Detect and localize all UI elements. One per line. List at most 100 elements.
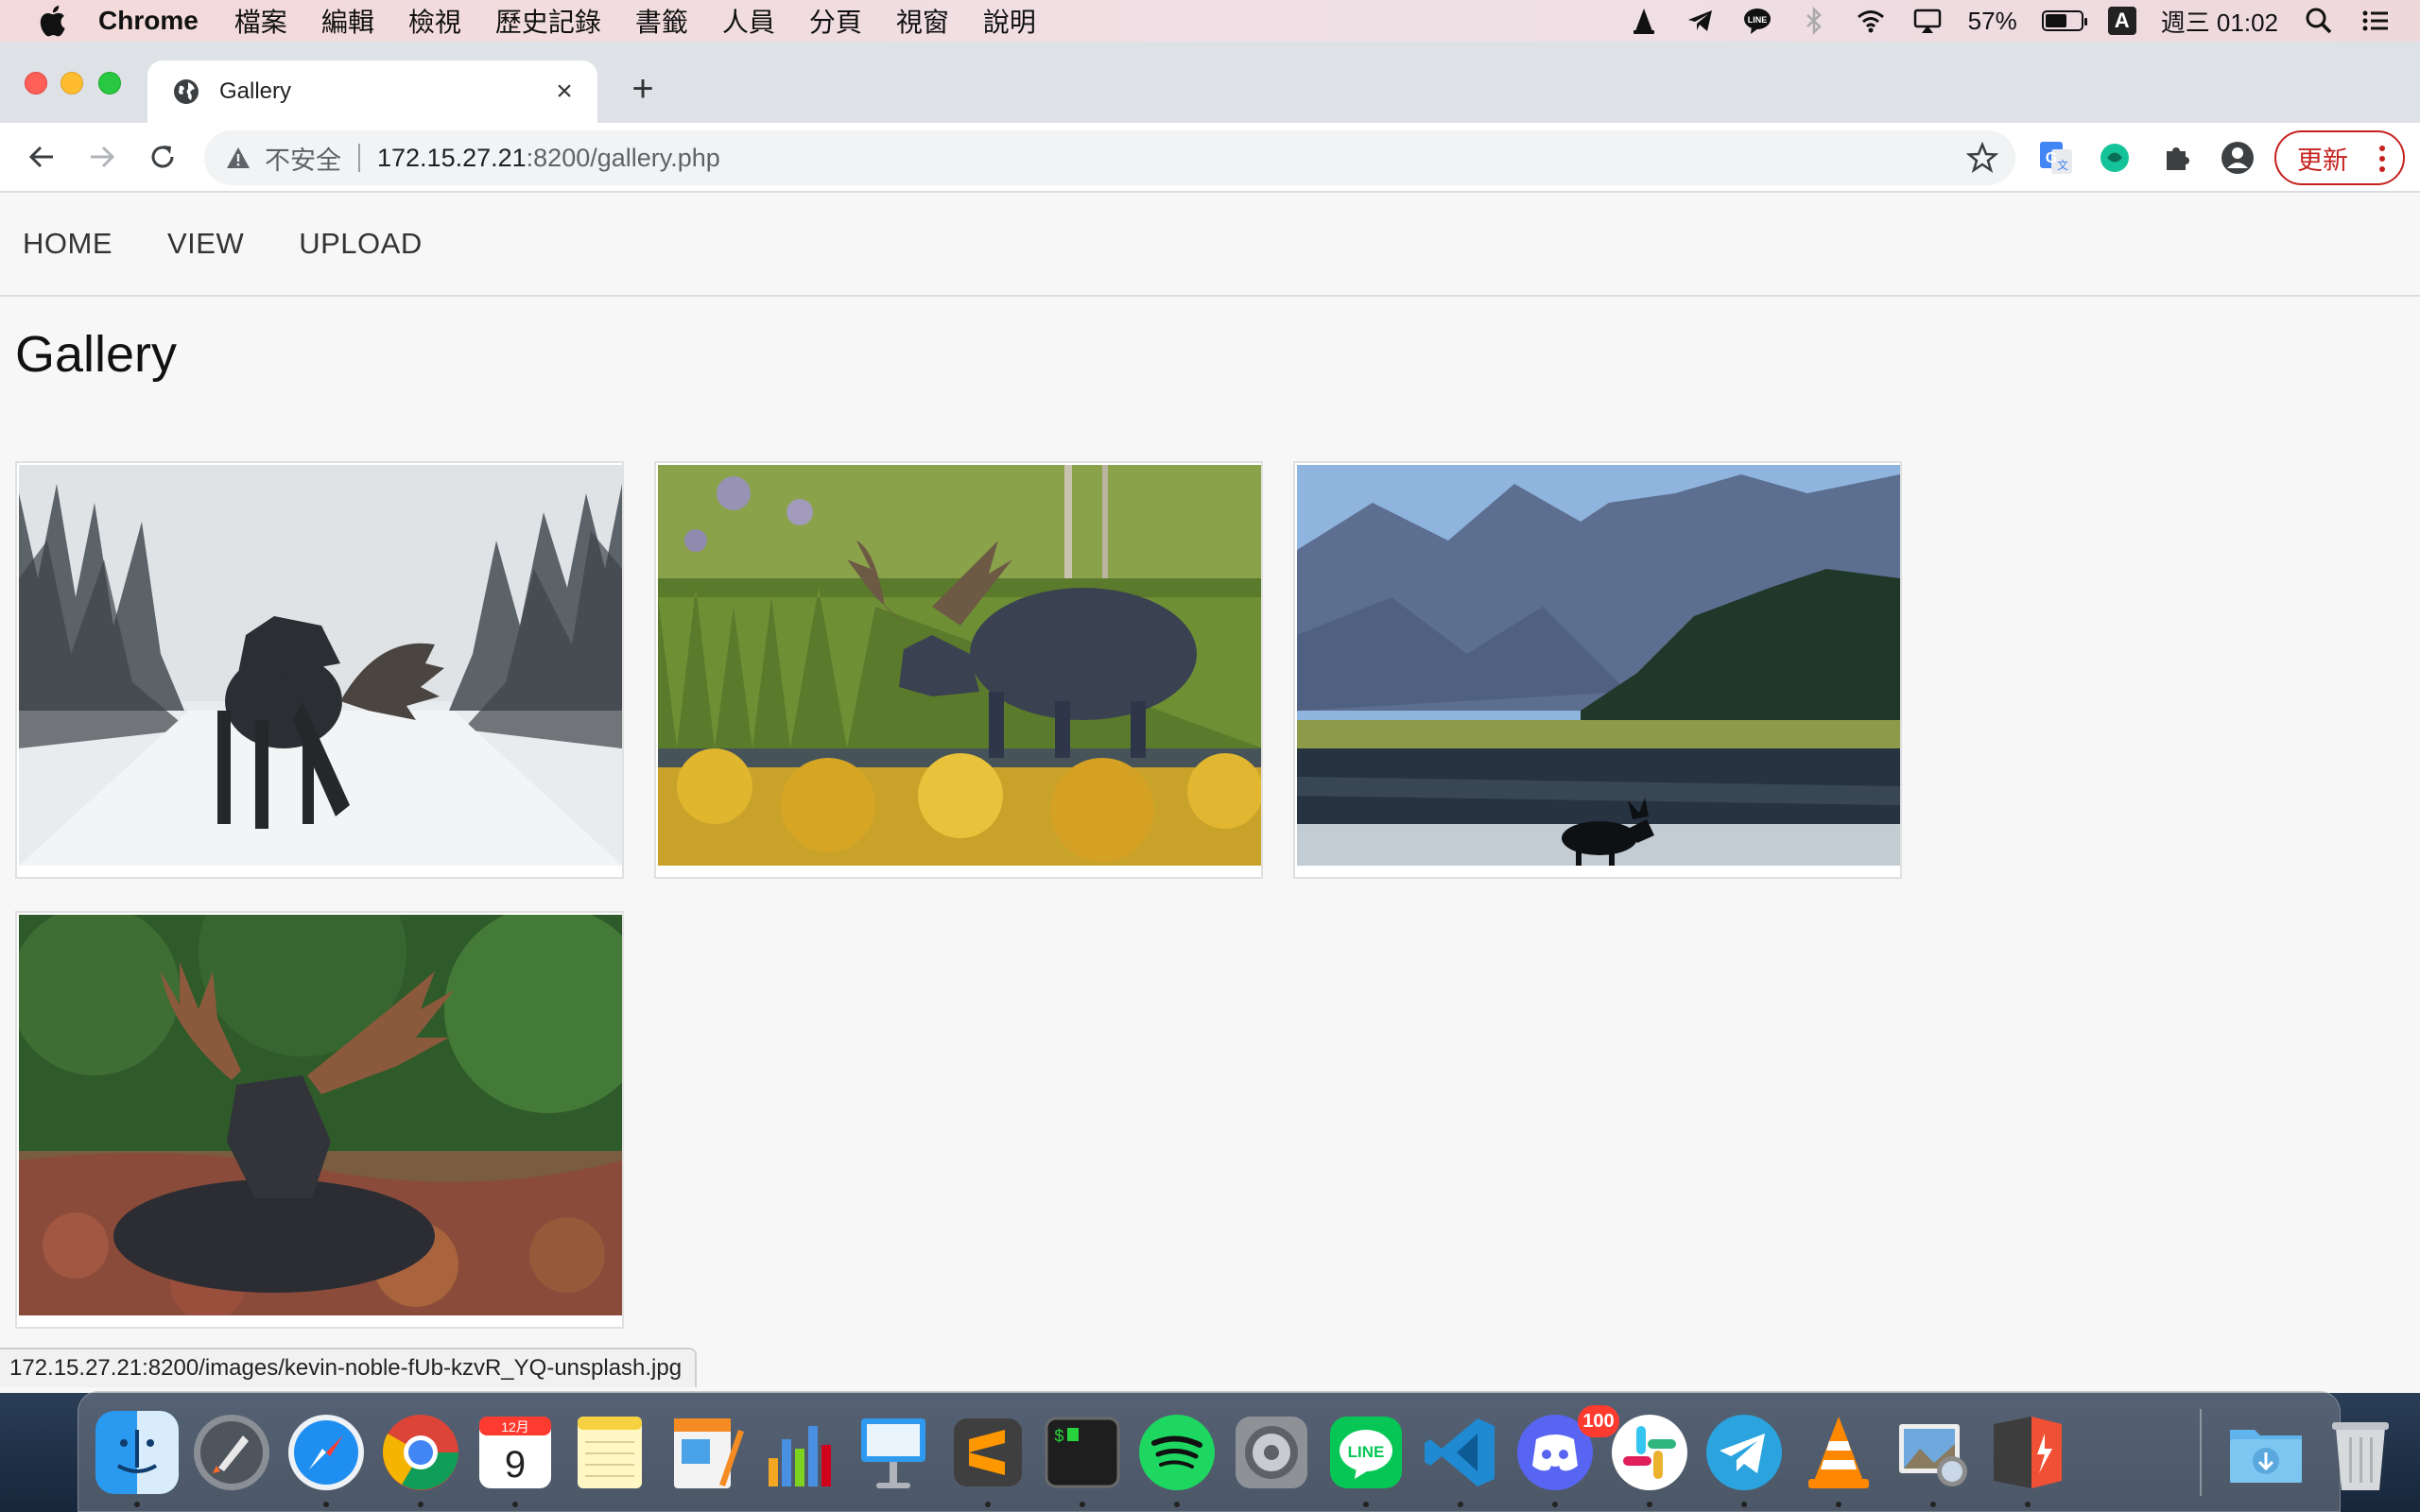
vlc-status-icon[interactable] bbox=[1628, 5, 1660, 37]
tab-close-icon[interactable]: × bbox=[550, 77, 579, 106]
dock-line-icon[interactable]: LINE bbox=[1324, 1411, 1408, 1494]
menu-bookmarks[interactable]: 書籤 bbox=[635, 2, 688, 40]
dock-running-indicator bbox=[1836, 1502, 1841, 1507]
dock-trash-icon[interactable] bbox=[2319, 1411, 2402, 1494]
dock-running-indicator bbox=[1647, 1502, 1652, 1507]
dock-vlc-icon[interactable] bbox=[1797, 1411, 1880, 1494]
gallery-photo-meadow-moose[interactable] bbox=[658, 465, 1261, 866]
bluetooth-icon[interactable] bbox=[1798, 5, 1830, 37]
menu-edit[interactable]: 編輯 bbox=[321, 2, 374, 40]
dock-system-preferences-icon[interactable] bbox=[1230, 1411, 1313, 1494]
dock-divider bbox=[2200, 1409, 2202, 1496]
gallery-card[interactable] bbox=[654, 461, 1263, 879]
dock-pages-icon[interactable] bbox=[663, 1411, 746, 1494]
menu-history[interactable]: 歷史記錄 bbox=[495, 2, 601, 40]
update-label: 更新 bbox=[2297, 146, 2348, 175]
reload-button[interactable] bbox=[144, 138, 182, 176]
dock-downloads-folder-icon[interactable] bbox=[2224, 1411, 2308, 1494]
profile-avatar-icon[interactable] bbox=[2220, 140, 2256, 176]
dock-running-indicator bbox=[418, 1502, 424, 1507]
menubar-clock[interactable]: 週三 01:02 bbox=[2161, 4, 2278, 39]
gallery-card[interactable] bbox=[15, 911, 624, 1329]
spotlight-search-icon[interactable] bbox=[2303, 5, 2335, 37]
status-url-bubble: 172.15.27.21:8200/images/kevin-noble-fUb… bbox=[0, 1348, 698, 1387]
line-status-label: LINE bbox=[1747, 15, 1767, 25]
telegram-status-icon[interactable] bbox=[1685, 5, 1717, 37]
gallery-card[interactable] bbox=[15, 461, 624, 879]
dock-chrome-icon[interactable] bbox=[379, 1411, 462, 1494]
dock-terminal-icon[interactable]: $ bbox=[1041, 1411, 1124, 1494]
address-divider bbox=[358, 144, 360, 172]
dock-keynote-icon[interactable] bbox=[852, 1411, 935, 1494]
dock-calendar-icon[interactable]: 12月 9 bbox=[474, 1411, 557, 1494]
dock-notes-icon[interactable] bbox=[568, 1411, 651, 1494]
google-translate-icon[interactable]: G 文 bbox=[2038, 140, 2074, 176]
dock-sublime-text-icon[interactable] bbox=[946, 1411, 1029, 1494]
tab-title: Gallery bbox=[219, 78, 292, 104]
input-source-icon[interactable]: A bbox=[2107, 7, 2136, 35]
reload-icon bbox=[151, 146, 174, 168]
window-zoom-button[interactable] bbox=[98, 72, 121, 94]
menu-help[interactable]: 說明 bbox=[983, 2, 1036, 40]
url-host[interactable]: 172.15.27.21 bbox=[377, 144, 527, 173]
dock-running-indicator bbox=[1930, 1502, 1936, 1507]
menu-app-name[interactable]: Chrome bbox=[98, 6, 199, 36]
more-vert-icon bbox=[2379, 146, 2385, 172]
gallery-photo-snow-moose[interactable] bbox=[19, 465, 622, 866]
warning-icon[interactable] bbox=[225, 145, 251, 171]
dock-preview-icon[interactable] bbox=[1892, 1411, 1975, 1494]
tab-gallery[interactable]: Gallery × bbox=[147, 60, 597, 123]
dock-running-indicator bbox=[1363, 1502, 1369, 1507]
nav-home-link[interactable]: HOME bbox=[23, 227, 112, 261]
wifi-icon[interactable] bbox=[1855, 5, 1887, 37]
calendar-month: 12月 bbox=[501, 1419, 529, 1435]
menu-view[interactable]: 檢視 bbox=[408, 2, 461, 40]
notification-center-icon[interactable] bbox=[2360, 5, 2392, 37]
dock-line-label: LINE bbox=[1348, 1443, 1385, 1461]
dock-vscode-icon[interactable] bbox=[1419, 1411, 1502, 1494]
new-tab-button[interactable]: + bbox=[624, 70, 662, 108]
dock-finder-icon[interactable] bbox=[95, 1411, 179, 1494]
dock-spotify-icon[interactable] bbox=[1135, 1411, 1219, 1494]
apple-icon[interactable] bbox=[38, 5, 66, 37]
dock-numbers-icon[interactable] bbox=[757, 1411, 840, 1494]
security-label[interactable]: 不安全 bbox=[265, 140, 341, 177]
window-close-button[interactable] bbox=[25, 72, 47, 94]
airplay-icon[interactable] bbox=[1911, 5, 1944, 37]
page-title: Gallery bbox=[15, 326, 178, 383]
menu-file[interactable]: 檔案 bbox=[234, 2, 287, 40]
dock-safari-icon[interactable] bbox=[285, 1411, 368, 1494]
dock-running-indicator bbox=[1741, 1502, 1747, 1507]
gallery-photo-lake-moose[interactable] bbox=[1297, 465, 1900, 866]
nav-view-link[interactable]: VIEW bbox=[167, 227, 244, 261]
menu-people[interactable]: 人員 bbox=[722, 2, 775, 40]
menu-tab[interactable]: 分頁 bbox=[809, 2, 862, 40]
arrow-right-icon bbox=[91, 146, 115, 168]
dock-telegram-icon[interactable] bbox=[1703, 1411, 1786, 1494]
menu-window[interactable]: 視窗 bbox=[896, 2, 949, 40]
dock: 12月 9 $ LINE 100 bbox=[78, 1391, 2389, 1512]
globe-icon bbox=[174, 79, 199, 104]
nav-upload-link[interactable]: UPLOAD bbox=[299, 227, 422, 261]
url-path[interactable]: :8200/gallery.php bbox=[527, 144, 720, 173]
calendar-day: 9 bbox=[505, 1444, 526, 1486]
window-minimize-button[interactable] bbox=[60, 72, 83, 94]
line-status-icon[interactable]: LINE bbox=[1741, 5, 1773, 37]
forward-button[interactable] bbox=[83, 138, 121, 176]
dock-running-indicator bbox=[2025, 1502, 2031, 1507]
extensions-puzzle-icon[interactable] bbox=[2159, 140, 2195, 176]
browser-window: Gallery × + 不安全 172.15.27.21 :8200/galle… bbox=[0, 42, 2420, 1393]
dock-git-client-icon[interactable] bbox=[1986, 1411, 2069, 1494]
grammarly-extension-icon[interactable] bbox=[2097, 140, 2133, 176]
back-button[interactable] bbox=[23, 138, 60, 176]
battery-icon[interactable] bbox=[2041, 10, 2087, 31]
gallery-photo-resting-moose[interactable] bbox=[19, 915, 622, 1315]
web-page: HOME VIEW UPLOAD Gallery bbox=[0, 193, 2420, 1393]
update-button[interactable]: 更新 bbox=[2274, 130, 2405, 185]
address-bar[interactable]: 不安全 172.15.27.21 :8200/gallery.php bbox=[204, 130, 2015, 185]
gallery-card[interactable] bbox=[1293, 461, 1902, 879]
dock-launchpad-icon[interactable] bbox=[190, 1411, 273, 1494]
battery-percent[interactable]: 57% bbox=[1968, 7, 2017, 36]
bookmark-star-icon[interactable] bbox=[1966, 142, 1998, 174]
dock-slack-icon[interactable] bbox=[1608, 1411, 1691, 1494]
